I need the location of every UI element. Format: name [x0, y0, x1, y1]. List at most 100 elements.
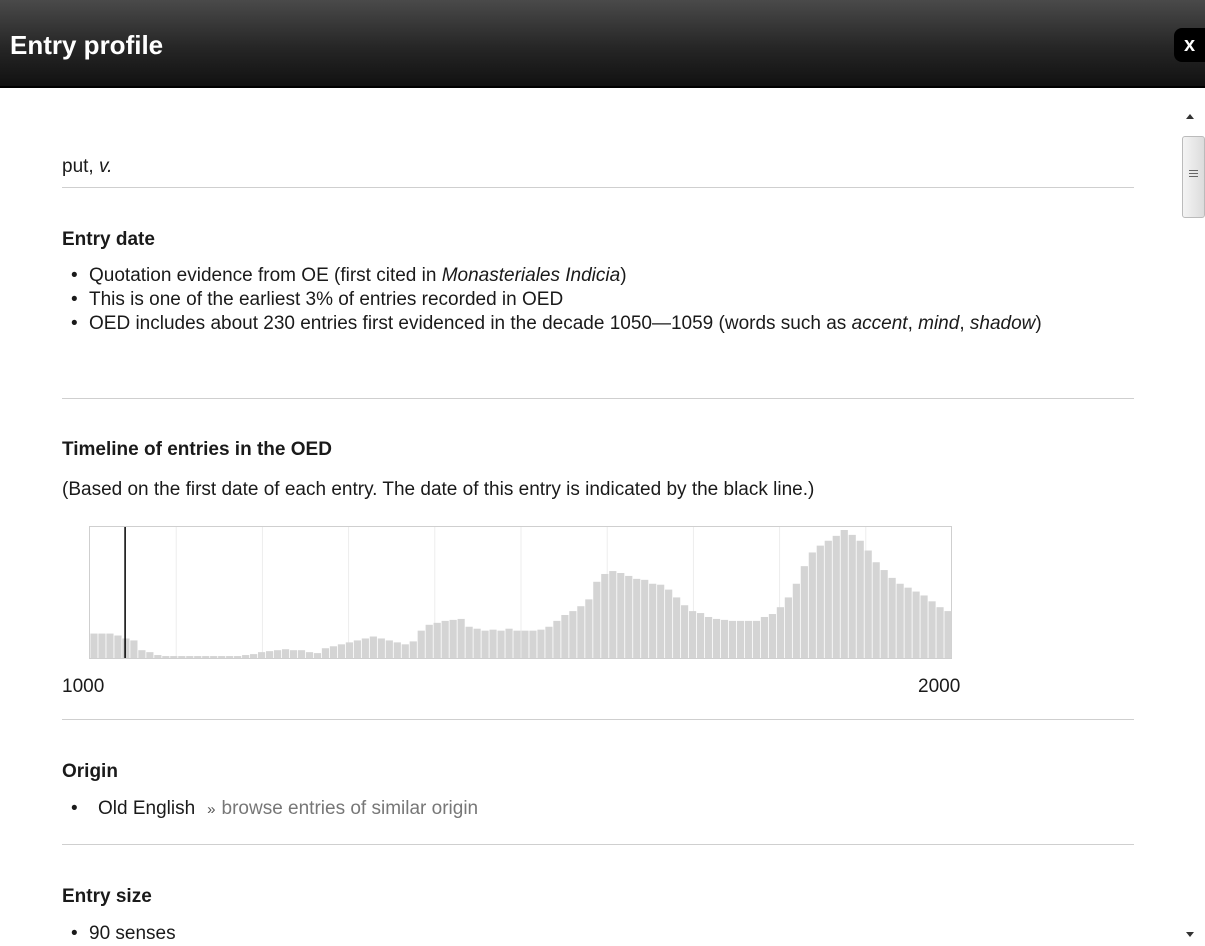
chart-bar: [146, 652, 154, 658]
chart-bar: [888, 577, 896, 658]
chart-bar: [353, 640, 361, 658]
bullet-italic: Monasteriales Indicia: [441, 265, 621, 286]
chart-bar: [297, 650, 306, 658]
chart-bar: [912, 591, 920, 658]
chart-bar: [840, 530, 848, 658]
chart-bar: [529, 630, 537, 658]
list-item: OED includes about 230 entries first evi…: [71, 312, 1134, 336]
section-heading-origin: Origin: [62, 761, 118, 782]
scrollbar-thumb[interactable]: [1182, 136, 1205, 218]
chart-bar: [545, 626, 553, 658]
list-item: Old English » browse entries of similar or…: [71, 797, 1129, 822]
chart-bar: [649, 583, 657, 658]
chart-bar: [489, 629, 497, 658]
divider: [62, 844, 1134, 845]
chart-bar: [625, 575, 633, 658]
chart-bar: [385, 640, 393, 658]
chart-bar: [449, 619, 457, 658]
chart-bar: [696, 613, 705, 658]
dialog-title: Entry profile: [10, 30, 164, 60]
axis-label-end: 2000: [918, 676, 961, 697]
chevron-up-icon[interactable]: [1186, 114, 1194, 119]
chart-bar: [800, 566, 808, 658]
chevron-down-icon[interactable]: [1186, 932, 1194, 937]
raquo-icon: »: [207, 801, 216, 818]
chart-bar: [154, 655, 162, 658]
close-icon: x: [1183, 34, 1196, 56]
bullet-end: ): [620, 265, 627, 286]
dialog-titlebar: Entry profile x: [0, 0, 1205, 88]
chart-bar: [936, 607, 944, 658]
bullet-text: Quotation evidence from OE (first cited …: [89, 265, 442, 286]
origin-list: Old English » browse entries of similar or…: [62, 797, 1129, 822]
chart-bar: [744, 620, 753, 658]
vertical-scrollbar[interactable]: [1180, 100, 1205, 943]
chart-bar: [736, 620, 745, 658]
bullet-italic: mind: [918, 313, 960, 334]
chart-bar: [760, 616, 769, 658]
chart-bar: [98, 633, 106, 658]
chart-bar: [361, 638, 369, 658]
chart-bar: [712, 618, 721, 658]
chart-bar: [848, 534, 856, 658]
chart-bar: [433, 622, 441, 658]
chart-bar: [170, 656, 178, 658]
chart-bar: [768, 614, 777, 658]
chart-bar: [872, 562, 880, 658]
timeline-note: (Based on the first date of each entry. …: [62, 479, 815, 500]
origin-value: Old English: [98, 798, 196, 819]
list-item: This is one of the earliest 3% of entrie…: [71, 288, 1134, 312]
chart-bar: [321, 648, 330, 658]
chart-bar: [824, 540, 832, 658]
chart-bar: [305, 652, 314, 658]
chart-bar: [273, 650, 282, 658]
chart-bar: [673, 597, 681, 658]
divider: [62, 398, 1134, 399]
chart-bar: [457, 618, 465, 658]
chart-bar: [577, 606, 585, 658]
timeline-chart: [89, 526, 952, 659]
chart-bar: [465, 626, 473, 658]
chart-bar: [401, 644, 409, 658]
chart-bar: [537, 629, 545, 658]
chart-bar: [864, 550, 872, 658]
chart-bar: [130, 640, 138, 658]
section-heading-timeline: Timeline of entries in the OED: [62, 439, 332, 460]
close-button[interactable]: x: [1174, 28, 1205, 62]
chart-bar: [369, 636, 377, 658]
chart-bar: [337, 644, 346, 658]
chart-bar: [106, 633, 114, 658]
chart-bar: [90, 633, 98, 658]
chart-bar: [633, 578, 641, 658]
headword-text: put,: [62, 156, 94, 177]
chart-bar: [258, 652, 266, 658]
chart-bar: [521, 630, 529, 658]
part-of-speech: v.: [98, 156, 113, 177]
chart-bar: [425, 624, 433, 658]
chart-bar: [856, 540, 864, 658]
chart-bar: [553, 620, 561, 658]
chart-bar: [593, 581, 601, 658]
chart-bar: [242, 655, 250, 658]
grip-line: [1189, 173, 1198, 174]
browse-similar-origin-link[interactable]: browse entries of similar origin: [222, 798, 479, 819]
chart-bar: [665, 589, 673, 658]
chart-bar: [585, 599, 593, 658]
chart-bar: [409, 641, 417, 658]
entry-size-list: 90 senses: [62, 922, 1129, 946]
chart-bar: [202, 656, 210, 658]
divider: [62, 719, 1134, 720]
chart-bar: [904, 587, 912, 658]
chart-bar: [497, 630, 505, 658]
grip-line: [1189, 176, 1198, 177]
chart-bar: [218, 656, 226, 658]
bullet-sep: ,: [959, 313, 970, 334]
chart-bar: [681, 605, 689, 658]
chart-bar: [816, 545, 824, 658]
chart-bar: [832, 535, 840, 658]
chart-bar: [784, 597, 792, 658]
chart-bar: [617, 572, 625, 658]
bullet-end: ): [1035, 313, 1042, 334]
chart-bar: [250, 654, 258, 658]
chart-bar: [281, 649, 290, 658]
